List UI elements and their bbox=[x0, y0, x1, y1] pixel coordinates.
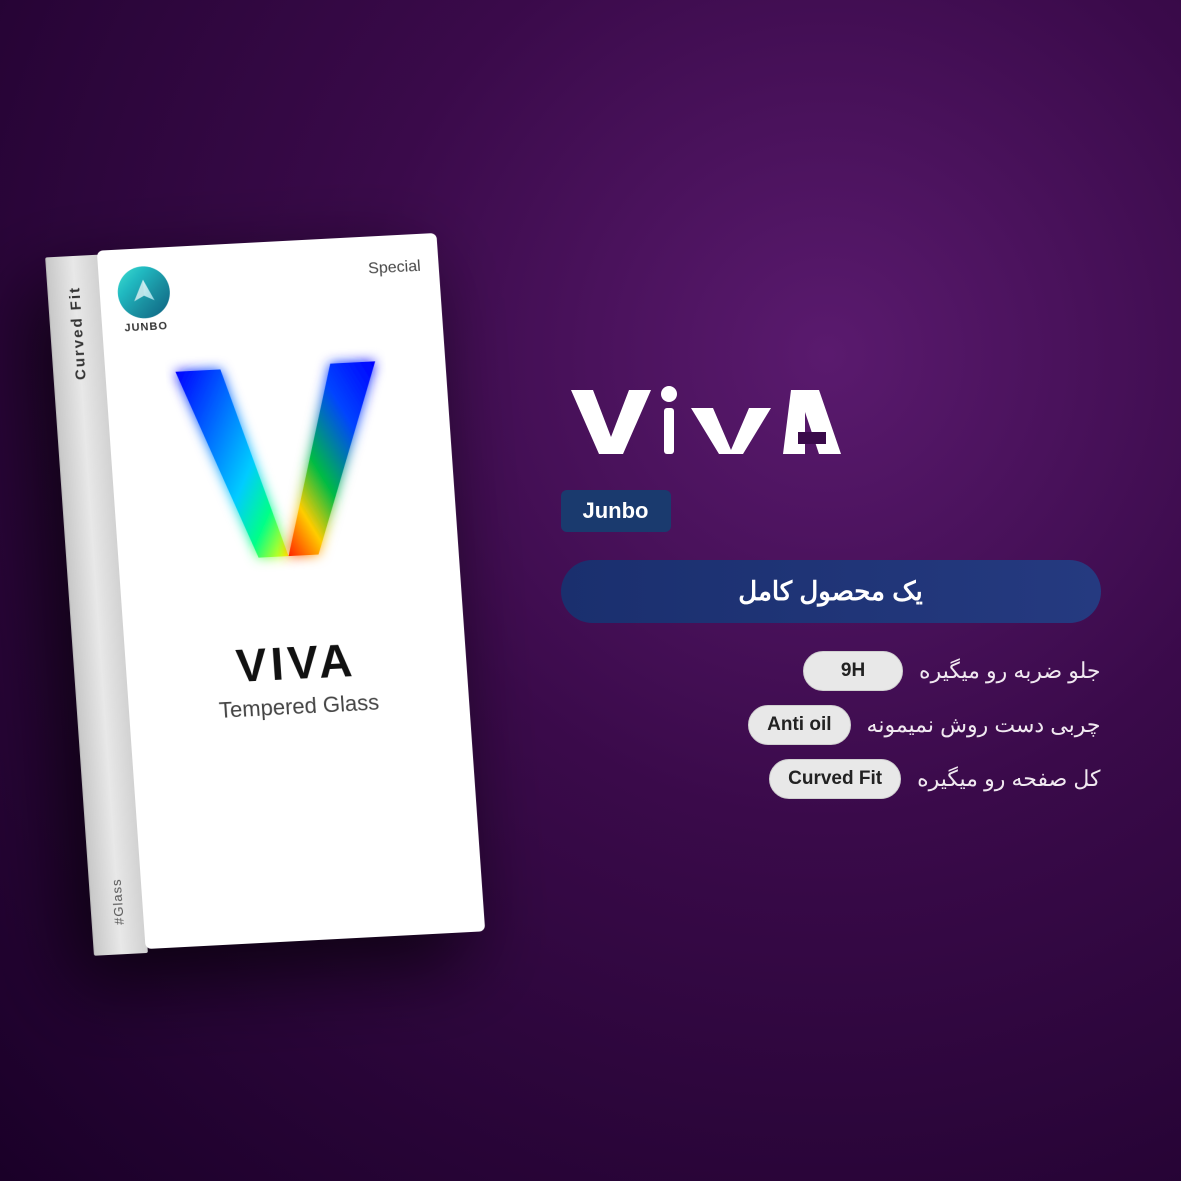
viva-logo-svg bbox=[561, 382, 841, 462]
product-box-wrapper: Curved Fit #Glass bbox=[81, 241, 501, 941]
feature-badge-curvedfit: Curved Fit bbox=[769, 759, 901, 799]
box-v-logo bbox=[133, 329, 432, 623]
box-front: JUNBO Special bbox=[96, 232, 484, 948]
special-label: Special bbox=[367, 257, 421, 278]
product-box: Curved Fit #Glass bbox=[96, 232, 484, 948]
side-text-top: Curved Fit bbox=[66, 285, 90, 380]
side-text-bottom: #Glass bbox=[108, 877, 126, 924]
box-header: JUNBO Special bbox=[96, 232, 442, 335]
feature-row-antioil: چربی دست روش نمیمونه Anti oil bbox=[561, 705, 1101, 745]
viva-logo-main bbox=[561, 382, 1101, 462]
feature-desc-antioil: چربی دست روش نمیمونه bbox=[867, 712, 1101, 738]
main-container: Curved Fit #Glass bbox=[0, 0, 1181, 1181]
logo-circle bbox=[116, 265, 172, 320]
box-tempered-glass: Tempered Glass bbox=[218, 689, 380, 723]
feature-badge-9h: 9H bbox=[803, 651, 903, 691]
box-viva-brand: VIVA bbox=[234, 632, 358, 692]
full-product-button: یک محصول کامل bbox=[561, 560, 1101, 623]
right-panel: Junbo یک محصول کامل جلو ضربه رو میگیره 9… bbox=[561, 382, 1101, 799]
junbo-brand-text: JUNBO bbox=[124, 320, 168, 334]
junbo-badge: Junbo bbox=[561, 490, 1101, 532]
feature-badge-antioil: Anti oil bbox=[748, 705, 850, 745]
feature-desc-curvedfit: کل صفحه رو میگیره bbox=[917, 766, 1100, 792]
feature-desc-9h: جلو ضربه رو میگیره bbox=[919, 658, 1100, 684]
junbo-badge-label: Junbo bbox=[561, 490, 671, 532]
features-list: جلو ضربه رو میگیره 9H چربی دست روش نمیمو… bbox=[561, 651, 1101, 799]
feature-row-9h: جلو ضربه رو میگیره 9H bbox=[561, 651, 1101, 691]
junbo-logo: JUNBO bbox=[116, 265, 173, 335]
feature-row-curvedfit: کل صفحه رو میگیره Curved Fit bbox=[561, 759, 1101, 799]
